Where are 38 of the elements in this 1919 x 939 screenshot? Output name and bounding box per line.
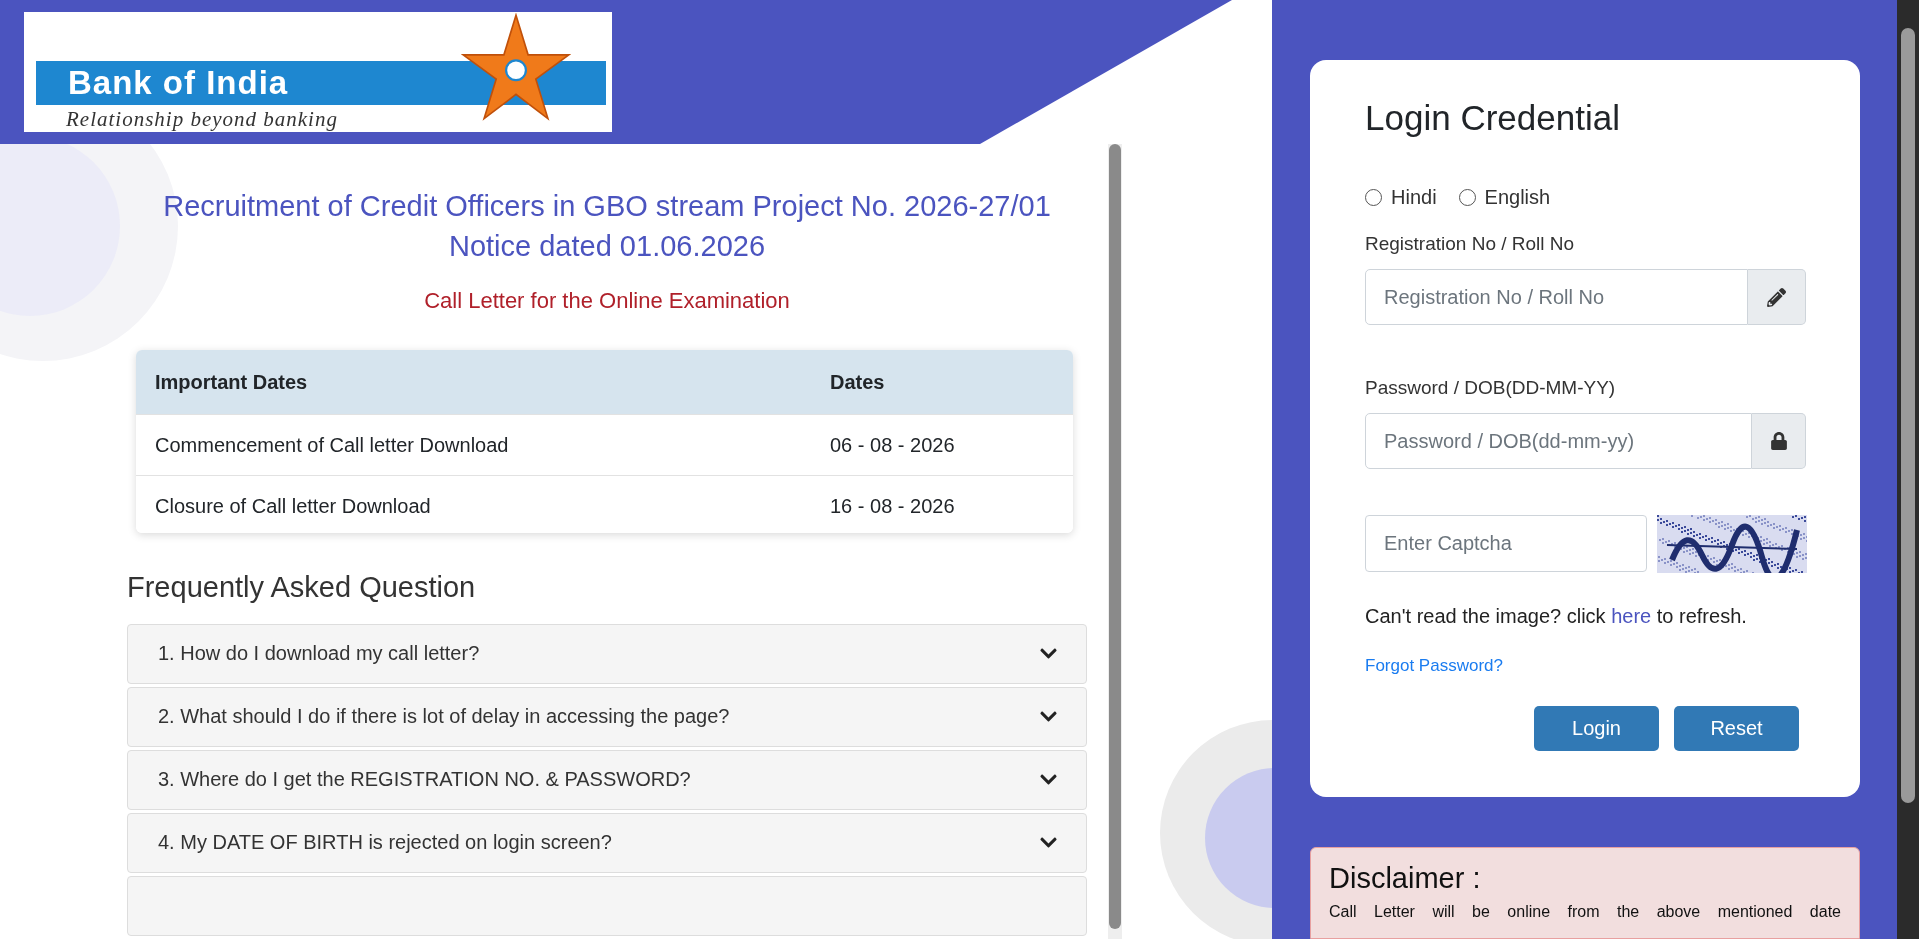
field-label: Password / DOB(DD-MM-YY) [1365,377,1617,399]
bank-name: Bank of India [68,64,289,102]
pencil-icon [1767,287,1786,307]
column-header: Dates [829,369,886,395]
action-button[interactable]: Reset [1674,706,1799,751]
column-header: Important Dates [154,369,309,395]
faq-question: 1. How do I download my call letter? [158,642,480,666]
faq-question: 2. What should I do if there is lot of delay in accessing the page? [158,705,730,729]
refresh-link[interactable]: here [1611,605,1652,627]
input-field[interactable]: Password / DOB(dd-mm-yy) [1365,413,1752,469]
disclaimer-title: Disclaimer : [1329,862,1482,895]
table-cell-text: Closure of Call letter Download [154,493,432,519]
language-radio[interactable]: English [1458,186,1551,209]
login-title: Login Credential [1365,98,1621,138]
faq-item[interactable]: 4. My DATE OF BIRTH is rejected on login screen? [127,812,1087,873]
forgot-password-link[interactable]: Forgot Password? [1365,656,1807,676]
table-cell-text: 16 - 08 - 2026 [829,493,956,519]
input-field[interactable]: Registration No / Roll No [1365,269,1748,325]
captcha-field[interactable]: Enter Captcha [1365,515,1647,572]
scrollbar[interactable] [1897,0,1919,939]
logo-tagline: Relationship beyond banking [66,107,339,132]
refresh-hint: Can't read the image? click here to refresh. [1365,605,1748,628]
faq-item[interactable]: 1. How do I download my call letter? [127,623,1087,684]
faq-item[interactable]: 3. Where do I get the REGISTRATION NO. & PASSWORD? [127,749,1087,810]
notice-subtitle: Call Letter for the Online Examination [423,288,791,314]
faq-heading: Frequently Asked Question [127,570,477,604]
disclaimer-text: Call Letter will be online from the above mentioned date [1329,903,1841,921]
table-cell-text: 06 - 08 - 2026 [829,432,956,458]
language-radio[interactable]: Hindi [1365,186,1437,209]
faq-question: 3. Where do I get the REGISTRATION NO. & PASSWORD? [158,768,691,792]
notice-title: Recruitment of Credit Officers in GBO stream Project No. 2026-27/01 Notice dated 01.06.2026 [162,189,1052,264]
field-label: Registration No / Roll No [1365,233,1576,255]
scrollbar[interactable] [1108,144,1122,939]
action-button[interactable]: Login [1534,706,1659,751]
table-cell-text: Commencement of Call letter Download [154,432,510,458]
lock-icon [1769,432,1788,450]
faq-item[interactable]: 2. What should I do if there is lot of delay in accessing the page? [127,686,1087,747]
faq-question: 4. My DATE OF BIRTH is rejected on login screen? [158,831,612,855]
